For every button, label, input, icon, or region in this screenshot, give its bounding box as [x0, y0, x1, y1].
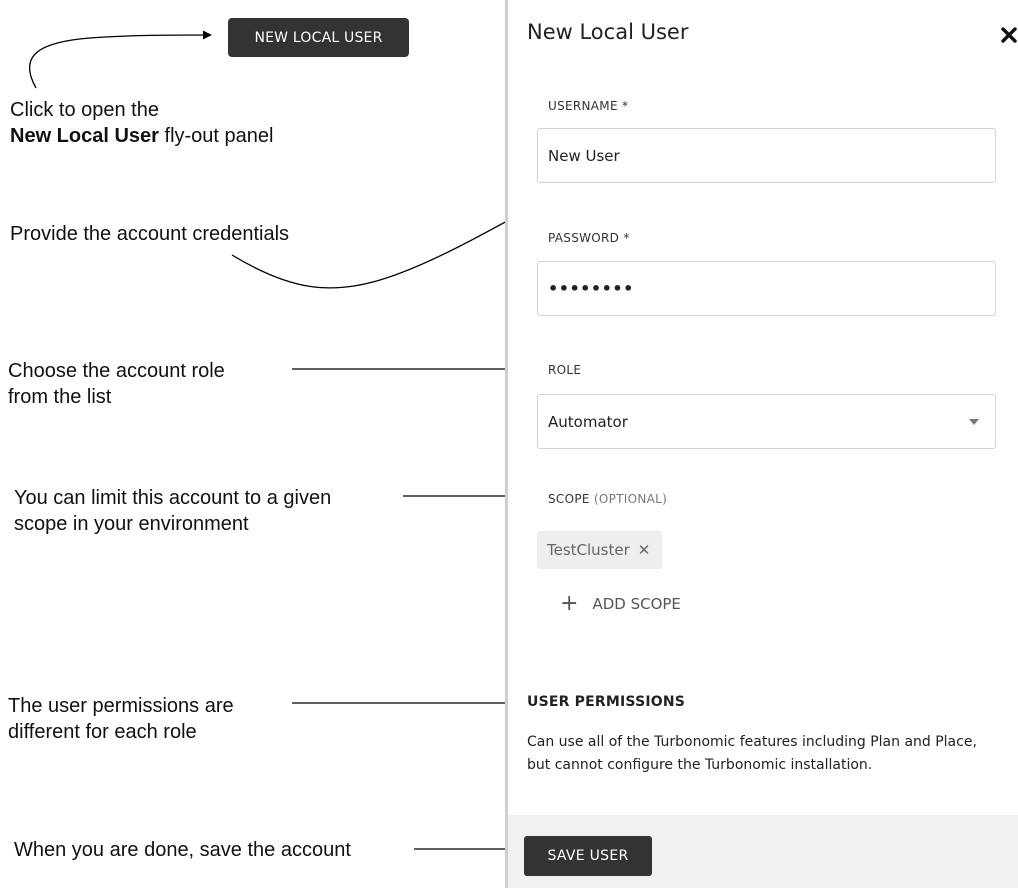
password-label: PASSWORD *: [548, 231, 630, 245]
panel-title: New Local User: [527, 20, 689, 44]
annotation-permissions: The user permissions are different for e…: [8, 693, 234, 745]
scope-label-text: SCOPE: [548, 492, 590, 506]
new-local-user-panel: New Local User USERNAME * New User PASSW…: [505, 0, 1018, 888]
arrow-open-panel: [28, 30, 212, 89]
annotation-role: Choose the account role from the list: [8, 358, 225, 410]
scope-chip: TestCluster ✕: [537, 531, 663, 569]
username-label: USERNAME *: [548, 99, 629, 113]
annotation-role-line1: Choose the account role: [8, 360, 225, 382]
role-select[interactable]: Automator: [537, 394, 996, 449]
role-select-value: Automator: [548, 412, 628, 431]
plus-icon: +: [560, 591, 579, 616]
add-scope-label: ADD SCOPE: [592, 595, 681, 613]
permissions-title: USER PERMISSIONS: [527, 694, 686, 710]
username-field[interactable]: New User: [537, 128, 996, 183]
new-local-user-button[interactable]: NEW LOCAL USER: [228, 18, 409, 57]
add-scope-button[interactable]: + ADD SCOPE: [560, 591, 681, 616]
annotation-permissions-line1: The user permissions are: [8, 695, 234, 717]
close-icon[interactable]: ✕: [638, 541, 651, 559]
annotation-open-panel-line1: Click to open the: [10, 99, 159, 121]
save-user-button[interactable]: SAVE USER: [524, 836, 652, 876]
role-label: ROLE: [548, 363, 582, 377]
arrow-credentials: [231, 207, 532, 289]
annotation-save: When you are done, save the account: [14, 839, 351, 861]
annotation-scope: You can limit this account to a given sc…: [14, 485, 331, 537]
annotation-open-panel-rest: fly-out panel: [158, 125, 274, 147]
annotation-open-panel-line2: New Local User fly-out panel: [10, 123, 273, 149]
scope-chip-label: TestCluster: [547, 541, 630, 559]
permissions-description: Can use all of the Turbonomic features i…: [527, 734, 977, 773]
scope-label: SCOPE (OPTIONAL): [548, 492, 667, 506]
close-icon[interactable]: [1000, 26, 1018, 44]
annotation-role-line2: from the list: [8, 386, 112, 408]
annotation-open-panel-bold: New Local User: [10, 125, 159, 147]
panel-footer: SAVE USER: [508, 815, 1018, 888]
annotation-scope-line2: scope in your environment: [14, 513, 249, 535]
annotation-credentials: Provide the account credentials: [10, 223, 290, 245]
scope-label-optional: (OPTIONAL): [593, 492, 668, 506]
password-field[interactable]: ••••••••: [537, 261, 996, 316]
annotation-permissions-line2: different for each role: [8, 721, 197, 743]
annotation-open-panel: Click to open the New Local User fly-out…: [10, 97, 273, 149]
annotation-scope-line1: You can limit this account to a given: [14, 487, 332, 509]
chevron-down-icon: [969, 418, 979, 425]
